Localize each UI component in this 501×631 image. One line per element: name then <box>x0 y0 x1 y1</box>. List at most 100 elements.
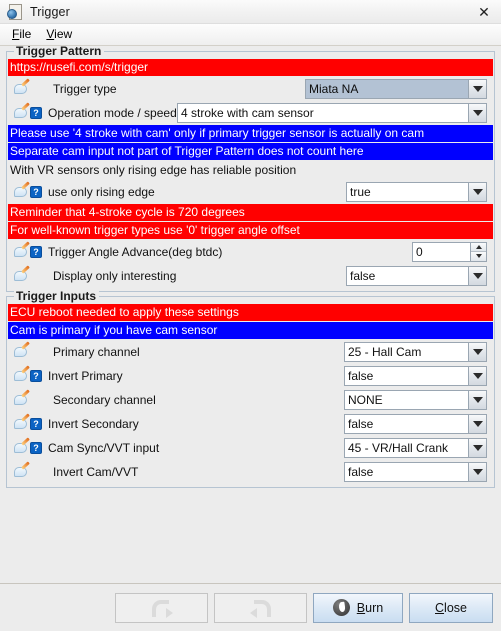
row-operation-mode: ? Operation mode / speed 4 stroke with c… <box>8 101 493 124</box>
chevron-down-icon[interactable] <box>468 182 486 201</box>
edit-pencil-icon <box>14 436 30 455</box>
trigger-window: Trigger ✕ File View Trigger Pattern http… <box>0 0 501 631</box>
row-icons <box>8 264 44 283</box>
label-invert-secondary: Invert Secondary <box>48 416 139 431</box>
row-icons: ? <box>8 101 44 120</box>
combo-invert-cam-vvt[interactable]: false <box>344 461 487 482</box>
combo-value-use-only-rising-edge: true <box>350 184 371 199</box>
label-trigger-type: Trigger type <box>53 81 117 96</box>
combo-cam-sync-vvt-input[interactable]: 45 - VR/Hall Crank <box>344 437 487 458</box>
spinner-up-icon[interactable] <box>471 242 486 252</box>
edit-pencil-icon <box>14 412 30 431</box>
help-icon[interactable]: ? <box>30 185 42 198</box>
spinner-buttons <box>470 242 486 261</box>
row-icons: ? <box>8 180 44 199</box>
edit-pencil-icon <box>14 77 30 96</box>
banner-cam-warning: Please use '4 stroke with cam' only if p… <box>8 125 493 142</box>
redo-button[interactable] <box>214 592 307 623</box>
menu-item-view[interactable]: View <box>40 25 81 44</box>
redo-arrow-icon <box>249 598 272 618</box>
help-icon[interactable]: ? <box>30 417 42 430</box>
row-icons: ? <box>8 240 44 259</box>
row-cam-sync-vvt-input: ? Cam Sync/VVT input 45 - VR/Hall Crank <box>8 436 493 459</box>
combo-trigger-type[interactable]: Miata NA <box>305 78 487 99</box>
help-icon[interactable]: ? <box>30 441 42 454</box>
group-title-trigger-inputs: Trigger Inputs <box>14 289 100 303</box>
label-cam-sync-vvt-input: Cam Sync/VVT input <box>48 440 160 455</box>
spinner-value-trigger-angle-advance[interactable]: 0 <box>413 243 470 261</box>
burn-button-label: Burn <box>356 600 384 615</box>
row-icons: ? <box>8 364 44 383</box>
help-icon[interactable]: ? <box>30 369 42 382</box>
combo-secondary-channel[interactable]: NONE <box>344 389 487 410</box>
chevron-down-icon[interactable] <box>468 79 486 98</box>
group-trigger-inputs: Trigger Inputs ECU reboot needed to appl… <box>6 289 495 488</box>
combo-use-only-rising-edge[interactable]: true <box>346 181 487 202</box>
label-secondary-channel: Secondary channel <box>53 392 156 407</box>
window-title: Trigger <box>30 4 70 19</box>
row-invert-secondary: ? Invert Secondary false <box>8 412 493 435</box>
combo-value-invert-primary: false <box>348 368 374 383</box>
row-icons <box>8 388 44 407</box>
row-secondary-channel: Secondary channel NONE <box>8 388 493 411</box>
close-icon[interactable]: ✕ <box>473 2 495 22</box>
combo-value-secondary-channel: NONE <box>348 392 383 407</box>
banner-trigger-url[interactable]: https://rusefi.com/s/trigger <box>8 59 493 76</box>
combo-operation-mode[interactable]: 4 stroke with cam sensor <box>177 102 487 123</box>
burn-button[interactable]: Burn <box>313 592 403 623</box>
chevron-down-icon[interactable] <box>468 103 486 122</box>
chevron-down-icon[interactable] <box>468 462 486 481</box>
dialog-button-bar: Burn Close <box>0 583 501 631</box>
combo-invert-primary[interactable]: false <box>344 365 487 386</box>
edit-pencil-icon <box>14 264 30 283</box>
dialog-content: Trigger Pattern https://rusefi.com/s/tri… <box>0 46 501 583</box>
chevron-down-icon[interactable] <box>468 366 486 385</box>
combo-display-only-interesting[interactable]: false <box>346 265 487 286</box>
menu-bar: File View <box>0 24 501 46</box>
label-primary-channel: Primary channel <box>53 344 140 359</box>
help-icon[interactable]: ? <box>30 106 42 119</box>
chevron-down-icon[interactable] <box>468 414 486 433</box>
row-icons <box>8 340 44 359</box>
chevron-down-icon[interactable] <box>468 266 486 285</box>
burn-flame-icon <box>332 599 350 616</box>
row-use-only-rising-edge: ? use only rising edge true <box>8 180 493 203</box>
spinner-down-icon[interactable] <box>471 252 486 261</box>
row-display-only-interesting: Display only interesting false <box>8 264 493 287</box>
undo-arrow-icon <box>151 598 173 618</box>
undo-button[interactable] <box>115 592 208 623</box>
combo-value-invert-cam-vvt: false <box>348 464 374 479</box>
title-bar: Trigger ✕ <box>0 0 501 24</box>
combo-invert-secondary[interactable]: false <box>344 413 487 434</box>
combo-value-invert-secondary: false <box>348 416 374 431</box>
edit-pencil-icon <box>14 340 30 359</box>
note-vr-sensors: With VR sensors only rising edge has rel… <box>10 163 297 177</box>
banner-cam-primary: Cam is primary if you have cam sensor <box>8 322 493 339</box>
menu-item-file[interactable]: File <box>6 25 40 44</box>
label-trigger-angle-advance: Trigger Angle Advance(deg btdc) <box>48 244 223 259</box>
label-display-only-interesting: Display only interesting <box>53 268 177 283</box>
row-icons <box>8 77 44 96</box>
banner-ecu-reboot: ECU reboot needed to apply these setting… <box>8 304 493 321</box>
row-invert-primary: ? Invert Primary false <box>8 364 493 387</box>
spinner-trigger-angle-advance[interactable]: 0 <box>412 241 487 262</box>
chevron-down-icon[interactable] <box>468 438 486 457</box>
chevron-down-icon[interactable] <box>468 342 486 361</box>
chevron-down-icon[interactable] <box>468 390 486 409</box>
row-primary-channel: Primary channel 25 - Hall Cam <box>8 340 493 363</box>
row-invert-cam-vvt: Invert Cam/VVT false <box>8 460 493 483</box>
edit-pencil-icon <box>14 364 30 383</box>
label-invert-primary: Invert Primary <box>48 368 123 383</box>
group-title-trigger-pattern: Trigger Pattern <box>14 46 105 58</box>
label-use-only-rising-edge: use only rising edge <box>48 184 155 199</box>
edit-pencil-icon <box>14 101 30 120</box>
edit-pencil-icon <box>14 388 30 407</box>
help-icon[interactable]: ? <box>30 245 42 258</box>
combo-primary-channel[interactable]: 25 - Hall Cam <box>344 341 487 362</box>
close-button-label: Close <box>435 600 467 615</box>
row-trigger-type: Trigger type Miata NA <box>8 77 493 100</box>
combo-value-display-only-interesting: false <box>350 268 376 283</box>
close-button[interactable]: Close <box>409 592 493 623</box>
edit-pencil-icon <box>14 180 30 199</box>
banner-zero-offset: For well-known trigger types use '0' tri… <box>8 222 493 239</box>
